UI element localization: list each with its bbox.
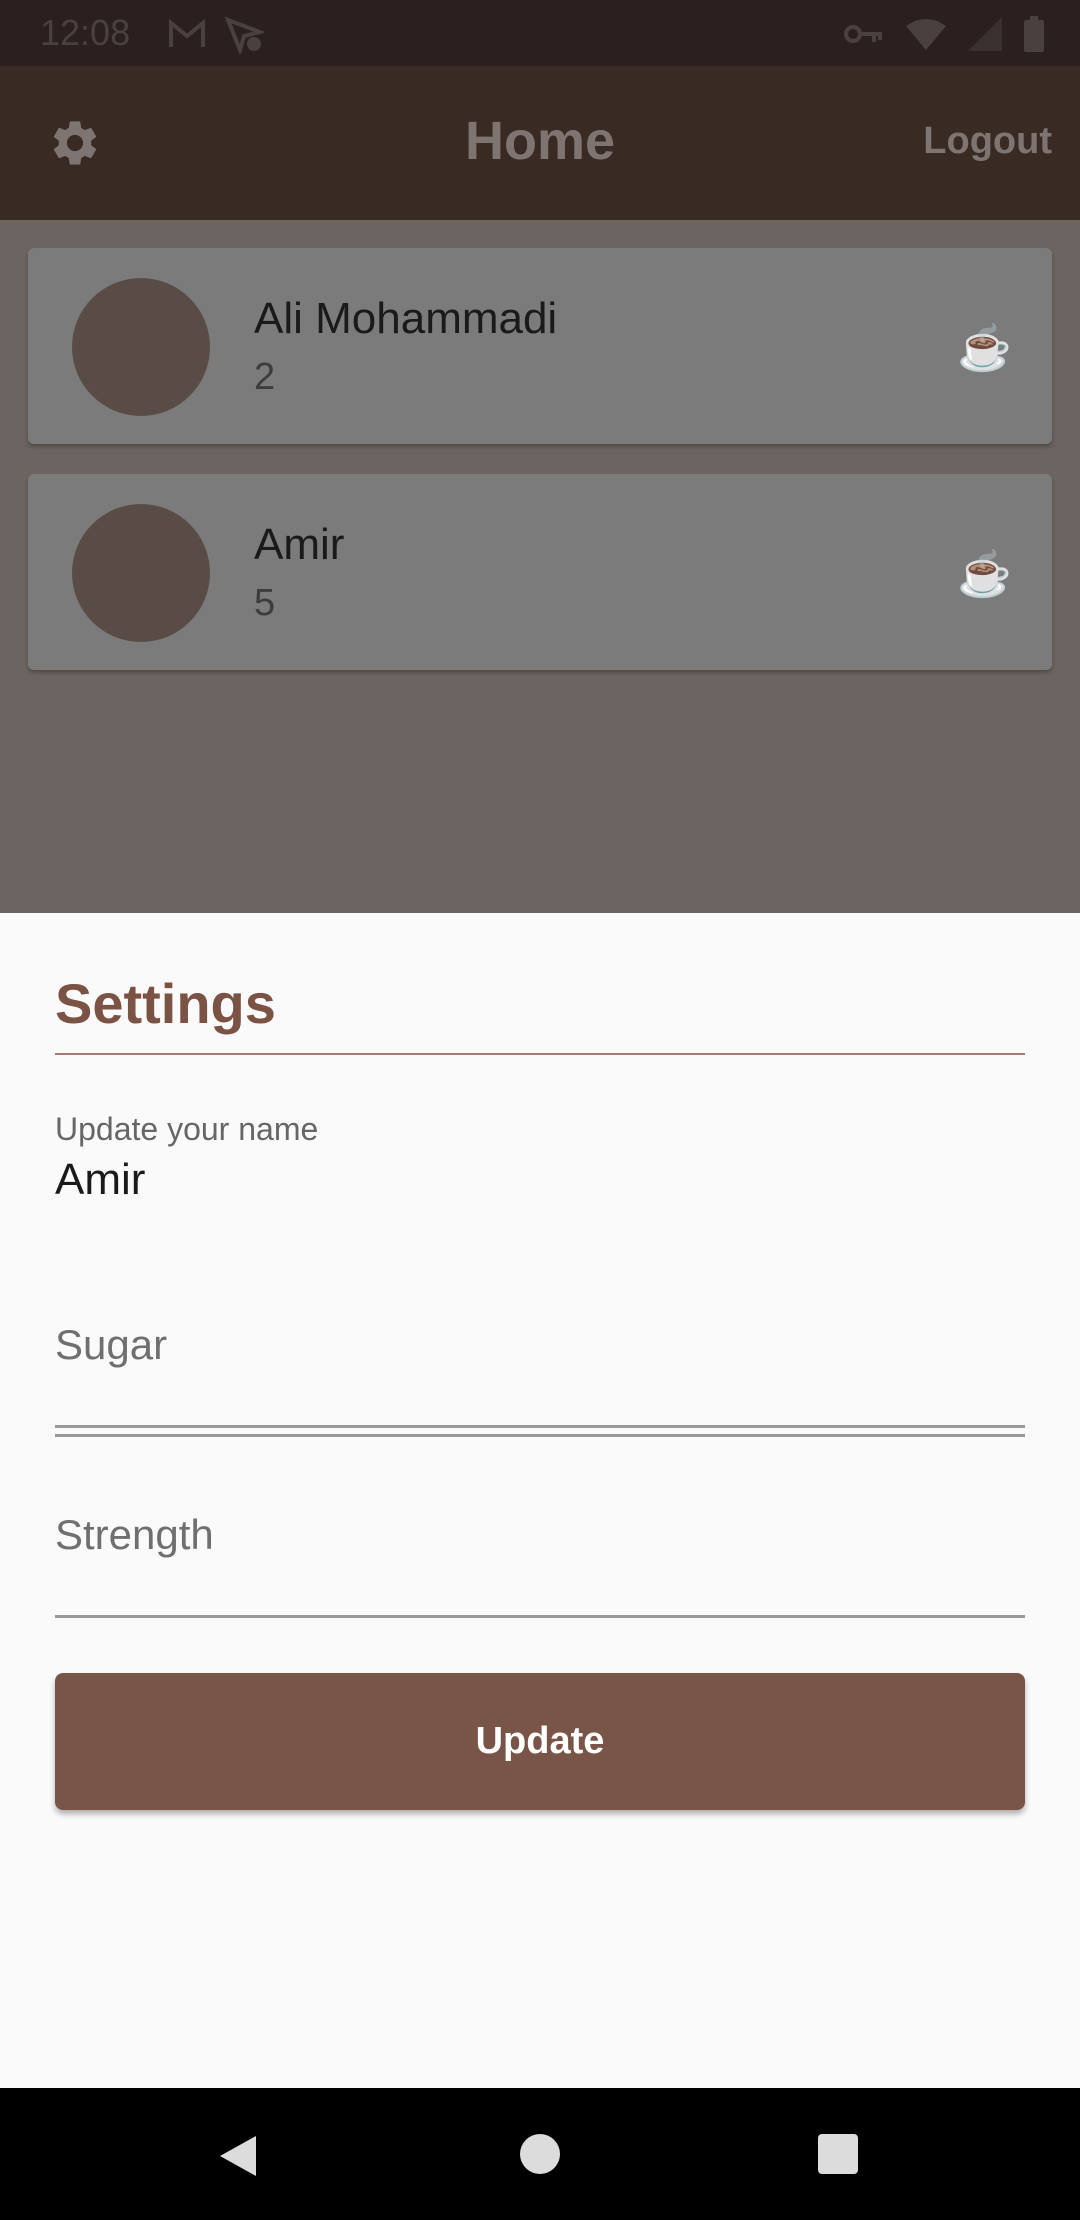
name-field-value[interactable]: Amir xyxy=(55,1155,145,1205)
avatar xyxy=(72,278,210,416)
home-icon[interactable] xyxy=(520,2134,560,2174)
strength-field-underline xyxy=(55,1615,1025,1618)
signal-icon xyxy=(968,17,1002,51)
list-item-value: 5 xyxy=(254,582,276,624)
page-title: Home xyxy=(464,111,616,171)
logout-button[interactable]: Logout xyxy=(923,120,1052,163)
coffee-list: Ali Mohammadi 2 ☕ Amir 5 ☕ xyxy=(0,220,1080,913)
vpn-key-icon xyxy=(844,25,882,43)
settings-sheet: Settings Update your name Amir Sugar Str… xyxy=(0,913,1080,2088)
list-item[interactable]: Ali Mohammadi 2 ☕ xyxy=(28,248,1052,444)
sugar-field-underline xyxy=(55,1425,1025,1428)
list-item-value: 2 xyxy=(254,356,276,398)
sugar-field-placeholder: Sugar xyxy=(55,1321,168,1368)
list-item-name: Amir xyxy=(254,520,345,569)
gmail-icon xyxy=(169,19,205,47)
back-icon[interactable] xyxy=(218,2134,258,2178)
location-off-icon xyxy=(224,16,264,54)
name-field[interactable]: Update your name Amir xyxy=(55,1111,1025,1437)
wifi-icon xyxy=(906,19,946,50)
name-field-label: Update your name xyxy=(55,1111,319,1147)
settings-title: Settings xyxy=(55,972,276,1035)
navigation-bar xyxy=(0,2088,1080,2220)
recents-icon[interactable] xyxy=(818,2134,858,2174)
list-item-name: Ali Mohammadi xyxy=(254,294,558,343)
strength-field-placeholder: Strength xyxy=(55,1511,214,1558)
coffee-cup-icon: ☕ xyxy=(957,324,1012,373)
status-bar: 12:08 xyxy=(0,0,1080,66)
settings-divider xyxy=(55,1053,1025,1055)
sugar-field[interactable]: Sugar xyxy=(55,1321,1025,1441)
avatar xyxy=(72,504,210,642)
update-button[interactable]: Update xyxy=(55,1673,1025,1810)
app-bar: Home Logout xyxy=(0,66,1080,220)
status-time: 12:08 xyxy=(40,12,131,53)
list-item[interactable]: Amir 5 ☕ xyxy=(28,474,1052,670)
battery-icon xyxy=(1024,16,1044,52)
strength-field[interactable]: Strength xyxy=(55,1511,1025,1631)
coffee-cup-icon: ☕ xyxy=(957,550,1012,599)
